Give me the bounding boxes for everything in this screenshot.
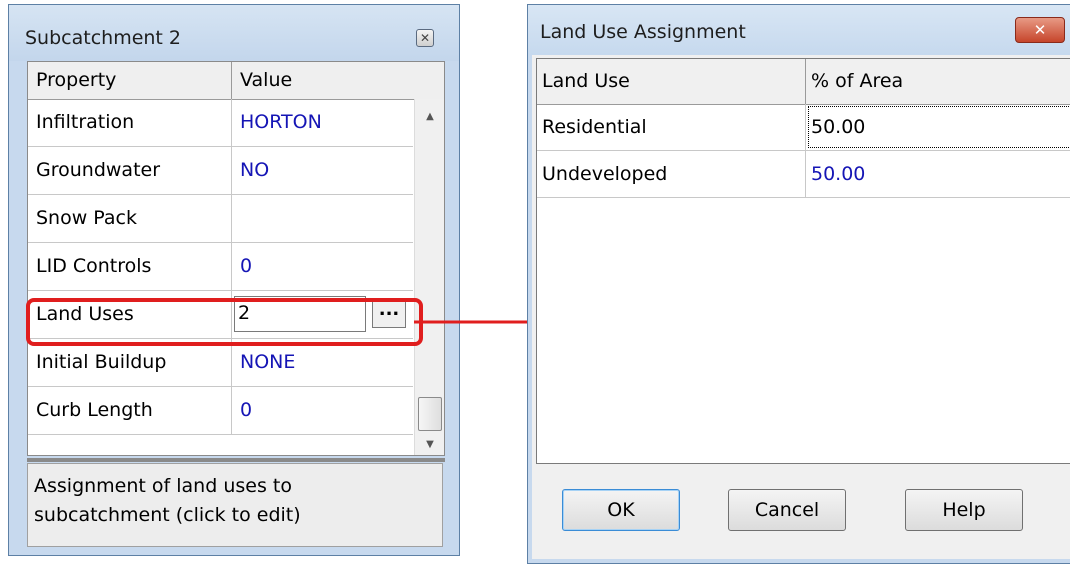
scroll-down-arrow-icon[interactable]: ▼ — [415, 439, 444, 450]
column-header-land-use[interactable]: Land Use — [537, 59, 806, 104]
column-header-value[interactable]: Value — [232, 62, 444, 99]
land-uses-highlight — [26, 298, 423, 346]
property-value[interactable]: NONE — [232, 339, 413, 386]
title-bar[interactable]: Land Use Assignment ✕ — [528, 5, 1070, 55]
property-name: Groundwater — [28, 147, 232, 194]
help-button[interactable]: Help — [905, 489, 1023, 531]
land-use-grid: Land Use % of Area Residential 50.00 Und… — [536, 58, 1070, 464]
table-row[interactable]: Undeveloped 50.00 — [537, 151, 1070, 198]
property-row-initial-buildup[interactable]: Initial Buildup NONE — [28, 339, 413, 387]
property-name: Infiltration — [28, 99, 232, 146]
column-header-property[interactable]: Property — [28, 62, 232, 99]
land-use-name: Residential — [537, 104, 806, 150]
cancel-button[interactable]: Cancel — [728, 489, 846, 531]
scrollbar-thumb[interactable] — [418, 397, 442, 431]
property-name: Snow Pack — [28, 195, 232, 242]
vertical-scrollbar[interactable]: ▲ ▼ — [414, 99, 444, 455]
property-row-snow-pack[interactable]: Snow Pack — [28, 195, 413, 243]
close-icon[interactable]: ✕ — [1015, 17, 1065, 43]
property-hint-panel: Assignment of land uses to subcatchment … — [27, 463, 443, 547]
property-row-curb-length[interactable]: Curb Length 0 — [28, 387, 413, 435]
hint-text-line: Assignment of land uses to — [34, 475, 292, 497]
property-row-lid-controls[interactable]: LID Controls 0 — [28, 243, 413, 291]
column-header-percent-area[interactable]: % of Area — [806, 59, 1070, 104]
property-row-infiltration[interactable]: Infiltration HORTON — [28, 99, 413, 147]
ok-button[interactable]: OK — [562, 489, 680, 531]
dialog-title: Land Use Assignment — [540, 21, 746, 43]
property-value[interactable]: HORTON — [232, 99, 413, 146]
subcatchment-property-window: Subcatchment 2 ✕ Property Value Infiltra… — [8, 4, 460, 556]
hint-text-line: subcatchment (click to edit) — [34, 504, 301, 526]
scroll-up-arrow-icon[interactable]: ▲ — [415, 111, 444, 122]
property-name: Initial Buildup — [28, 339, 232, 386]
property-value[interactable]: 0 — [232, 243, 413, 290]
panel-splitter[interactable] — [27, 458, 445, 462]
property-value[interactable] — [232, 195, 413, 242]
percent-area-cell[interactable]: 50.00 — [806, 151, 1070, 197]
property-name: Curb Length — [28, 387, 232, 434]
property-name: LID Controls — [28, 243, 232, 290]
percent-area-cell[interactable]: 50.00 — [806, 104, 1070, 150]
property-value[interactable]: 0 — [232, 387, 413, 434]
grid-header: Land Use % of Area — [537, 59, 1070, 105]
dialog-body: Land Use % of Area Residential 50.00 Und… — [532, 55, 1070, 559]
close-icon[interactable]: ✕ — [416, 29, 434, 47]
table-row[interactable]: Residential 50.00 — [537, 104, 1070, 151]
property-value[interactable]: NO — [232, 147, 413, 194]
property-grid: Property Value Infiltration HORTON Groun… — [27, 61, 445, 456]
grid-header: Property Value — [28, 62, 444, 100]
property-row-groundwater[interactable]: Groundwater NO — [28, 147, 413, 195]
title-bar[interactable]: Subcatchment 2 ✕ — [9, 5, 459, 61]
land-use-assignment-dialog: Land Use Assignment ✕ Land Use % of Area… — [527, 4, 1070, 564]
window-title: Subcatchment 2 — [25, 27, 182, 49]
land-use-name: Undeveloped — [537, 151, 806, 197]
